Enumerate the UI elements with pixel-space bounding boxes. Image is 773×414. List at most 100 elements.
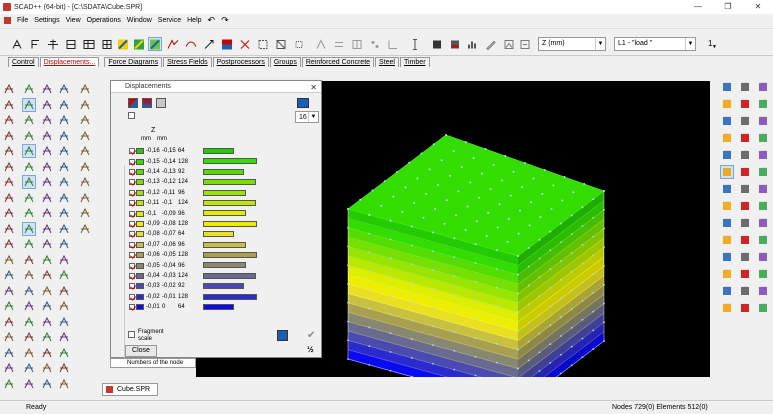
line-icon[interactable] (57, 346, 71, 360)
wind-icon[interactable] (738, 267, 752, 281)
frame-icon[interactable] (78, 98, 92, 112)
wall-icon[interactable] (2, 268, 16, 282)
filter-icon[interactable] (238, 37, 252, 51)
tool-icon[interactable] (78, 191, 92, 205)
load-select[interactable]: L1 - "load " ▼ (614, 37, 696, 51)
pen-icon[interactable] (57, 206, 71, 220)
animation-icon[interactable] (166, 37, 180, 51)
section-icon[interactable] (57, 330, 71, 344)
cross-icon[interactable] (40, 113, 54, 127)
section-icon[interactable] (408, 37, 422, 51)
rigid-link-icon[interactable] (64, 37, 78, 51)
view-xy-icon[interactable] (720, 97, 734, 111)
deselect-icon[interactable] (57, 175, 71, 189)
legend-row-checkbox[interactable] (129, 293, 135, 300)
legend-swatch[interactable] (136, 283, 144, 290)
axis-icon[interactable] (57, 237, 71, 251)
fragment-checkbox[interactable] (128, 331, 135, 338)
colored-slab-icon[interactable] (132, 37, 146, 51)
legend-row-checkbox[interactable] (129, 189, 135, 196)
legend-row-checkbox[interactable] (129, 304, 135, 311)
shape-icon[interactable] (2, 377, 16, 391)
rigid-icon[interactable] (2, 284, 16, 298)
grid-icon[interactable] (2, 113, 16, 127)
shade-icon[interactable] (738, 216, 752, 230)
rigid-icon[interactable] (40, 144, 54, 158)
tab-displacements[interactable]: Displacements... (39, 57, 100, 67)
export-image-icon[interactable] (518, 37, 532, 51)
mesh-icon[interactable] (2, 299, 16, 313)
restore-view-icon[interactable] (756, 199, 770, 213)
mode-shape-icon[interactable] (184, 37, 198, 51)
maximize-button[interactable]: ❐ (713, 0, 743, 14)
legend-swatch[interactable] (136, 272, 144, 279)
node-filter-icon[interactable] (256, 37, 270, 51)
menu-settings[interactable]: Settings (31, 17, 62, 24)
tab-steel[interactable]: Steel (375, 57, 399, 67)
brace-icon[interactable] (78, 129, 92, 143)
menu-file[interactable]: File (14, 17, 31, 24)
legend-swatch[interactable] (136, 179, 144, 186)
element-icon[interactable] (2, 222, 16, 236)
component-select[interactable]: Z (mm) ▼ (538, 37, 606, 51)
legend-swatch[interactable] (136, 158, 144, 165)
legend-row-checkbox[interactable] (129, 200, 135, 207)
rotate-view-icon[interactable] (720, 80, 734, 94)
legend-swatch[interactable] (136, 220, 144, 227)
legend-swatch[interactable] (136, 241, 144, 248)
rotate-icon[interactable] (22, 330, 36, 344)
undo-icon[interactable]: ↶ (205, 15, 219, 26)
menu-view[interactable]: View (63, 17, 84, 24)
grid-icon[interactable] (2, 237, 16, 251)
zoom-in-icon[interactable] (756, 114, 770, 128)
deform-arrow-icon[interactable] (202, 37, 216, 51)
zoom-icon[interactable] (738, 80, 752, 94)
gradient-icon[interactable] (142, 98, 152, 108)
slope-icon[interactable] (78, 82, 92, 96)
tool-icon[interactable] (22, 346, 36, 360)
column-icon[interactable] (40, 129, 54, 143)
chart-icon[interactable] (466, 37, 480, 51)
support-icon[interactable] (22, 284, 36, 298)
scale-icon[interactable] (40, 330, 54, 344)
nodes-icon[interactable] (738, 148, 752, 162)
menu-window[interactable]: Window (124, 17, 155, 24)
legend-swatch[interactable] (136, 148, 144, 155)
fit-icon[interactable] (738, 114, 752, 128)
step-dropdown-icon[interactable]: ▼ (712, 44, 717, 50)
cube-icon[interactable] (40, 206, 54, 220)
spring-icon[interactable] (78, 144, 92, 158)
settings-icon[interactable] (720, 182, 734, 196)
hide-icon[interactable] (756, 131, 770, 145)
hinge-icon[interactable] (2, 160, 16, 174)
dialog-close-icon[interactable]: ✕ (310, 82, 317, 94)
scale-icon[interactable] (156, 98, 166, 108)
zoom-out-icon[interactable] (720, 131, 734, 145)
arrow-icon[interactable] (22, 113, 36, 127)
wall-icon[interactable] (57, 129, 71, 143)
color-bar-icon[interactable] (220, 37, 234, 51)
legend-swatch[interactable] (136, 304, 144, 311)
table-icon[interactable] (22, 299, 36, 313)
legend-row-checkbox[interactable] (129, 231, 135, 238)
tab-reinforced-concrete[interactable]: Reinforced Concrete (301, 57, 375, 67)
node-icon[interactable] (22, 377, 36, 391)
clip-icon[interactable] (720, 250, 734, 264)
legend-swatch[interactable] (136, 252, 144, 259)
rotate-view-icon[interactable] (720, 284, 734, 298)
close-window-button[interactable]: ✕ (743, 0, 773, 14)
cube-icon[interactable] (40, 82, 54, 96)
image-icon[interactable] (502, 37, 516, 51)
line-icon[interactable] (22, 82, 36, 96)
legend-swatch[interactable] (136, 189, 144, 196)
legend-row-checkbox[interactable] (129, 252, 135, 259)
axes-icon[interactable] (738, 233, 752, 247)
isolines-icon[interactable] (332, 37, 346, 51)
wire-icon[interactable] (756, 216, 770, 230)
brace-icon[interactable] (22, 268, 36, 282)
save-view-icon[interactable] (738, 199, 752, 213)
mirror-icon[interactable] (2, 330, 16, 344)
menu-service[interactable]: Service (155, 17, 184, 24)
end-icon[interactable] (756, 267, 770, 281)
element-filter-icon[interactable] (274, 37, 288, 51)
